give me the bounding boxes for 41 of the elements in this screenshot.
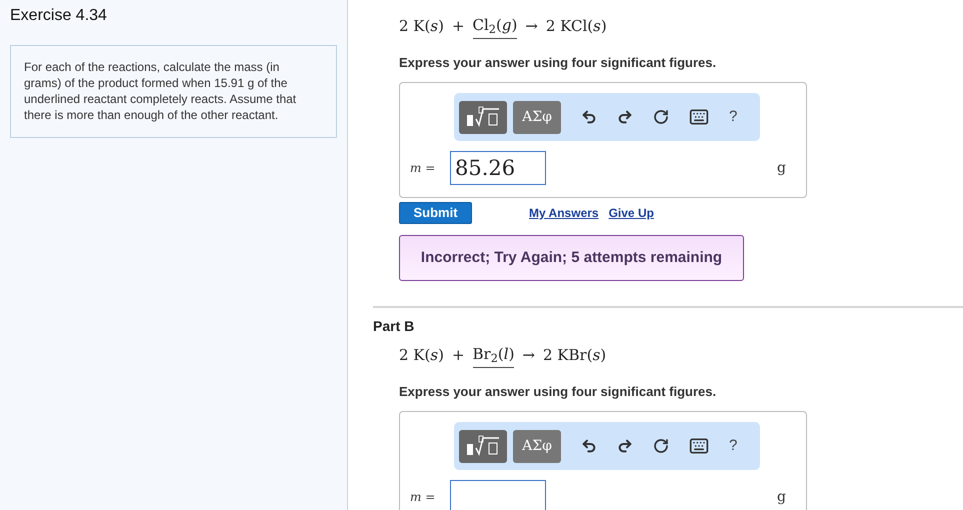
equation-term: 2 KCl(s)	[546, 16, 607, 37]
template-button[interactable]	[459, 430, 507, 462]
keyboard-icon[interactable]	[689, 436, 709, 456]
equation-term: Cl$_{2}$(g)	[472, 14, 518, 38]
keyboard-icon[interactable]	[689, 107, 709, 127]
answer-field[interactable]	[450, 480, 546, 510]
undo-icon[interactable]	[581, 109, 597, 125]
equation-term: 2 K(s)	[399, 16, 444, 37]
help-button[interactable]: ?	[729, 434, 738, 458]
unit-label: g	[777, 488, 786, 506]
equation-term: +	[452, 16, 465, 37]
reset-icon[interactable]	[653, 109, 669, 125]
equation-term: →	[522, 345, 535, 366]
feedback-message: Incorrect; Try Again; 5 attempts remaining	[399, 235, 744, 281]
variable-label: m =	[410, 160, 436, 177]
unit-label: g	[777, 158, 786, 178]
undo-icon[interactable]	[581, 438, 597, 454]
square-root-icon	[465, 106, 501, 128]
equation-term: 2 KBr(s)	[543, 345, 606, 366]
reset-icon[interactable]	[653, 438, 669, 454]
square-root-icon	[465, 435, 501, 457]
symbols-button[interactable]: ΑΣφ	[513, 430, 561, 462]
template-button[interactable]	[459, 100, 507, 134]
help-button[interactable]: ?	[729, 106, 738, 128]
instructions-text: For each of the reactions, calculate the mass (in grams) of the product formed when 15.91 g of the underlined reactant completely reacts. Assume that there is more than enough of the other reactant.	[10, 45, 337, 138]
answer-link[interactable]: My Answers	[529, 204, 599, 222]
redo-icon[interactable]	[617, 109, 633, 125]
variable-label: m =	[410, 489, 436, 506]
equation-term: →	[525, 16, 538, 37]
equation-term: Br$_{2}$(l)	[472, 343, 514, 368]
symbols-button[interactable]: ΑΣφ	[513, 100, 561, 134]
exercise-title: Exercise 4.34	[10, 6, 108, 26]
submit-button[interactable]: Submit	[399, 202, 472, 224]
prompt-text: Express your answer using four significant figures.	[399, 382, 718, 401]
equation-term: 2 K(s)	[399, 345, 444, 366]
redo-icon[interactable]	[617, 438, 633, 454]
prompt-text: Express your answer using four significant figures.	[399, 54, 718, 72]
equation-term: +	[452, 345, 465, 366]
answer-link[interactable]: Give Up	[608, 204, 654, 222]
answer-field[interactable]: 85.26	[450, 151, 546, 185]
part-heading: Part B	[373, 317, 416, 336]
